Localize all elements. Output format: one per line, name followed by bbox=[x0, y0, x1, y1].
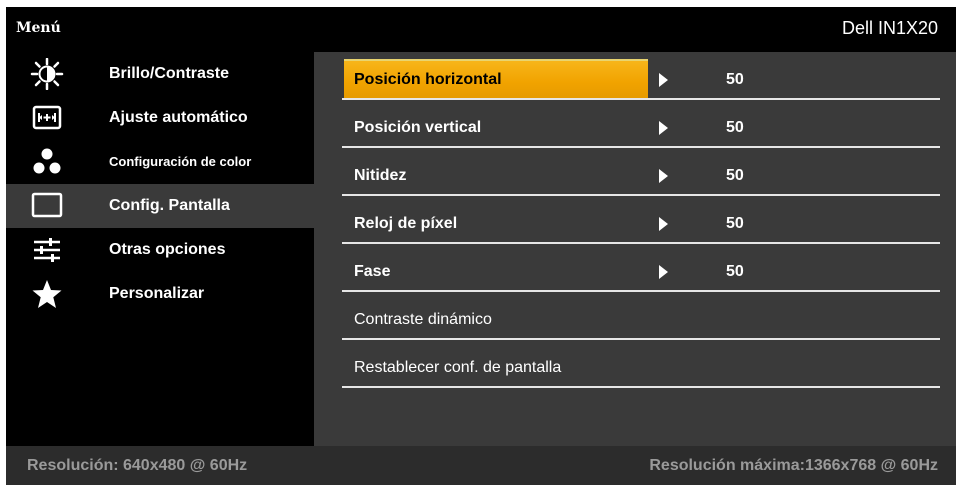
sidebar-item-label: Personalizar bbox=[109, 285, 205, 302]
setting-row-phase[interactable]: Fase 50 bbox=[342, 244, 940, 292]
arrow-right-icon bbox=[659, 121, 668, 135]
sidebar-item-label: Configuración de color bbox=[109, 154, 252, 169]
star-icon bbox=[32, 280, 62, 308]
sidebar-item-brightness-contrast[interactable]: Brillo/Contraste bbox=[6, 52, 314, 96]
arrow-right-icon bbox=[659, 265, 668, 279]
row-divider bbox=[342, 386, 940, 388]
sidebar: Brillo/Contraste Ajuste automático Confi… bbox=[6, 52, 314, 446]
setting-value: 50 bbox=[726, 215, 744, 232]
color-settings-icon bbox=[33, 148, 61, 174]
sidebar-item-color-settings[interactable]: Configuración de color bbox=[6, 140, 314, 184]
setting-value: 50 bbox=[726, 167, 744, 184]
settings-panel: Posición horizontal 50 Posición vertical… bbox=[314, 52, 956, 446]
setting-label: Fase bbox=[354, 263, 391, 280]
max-resolution: Resolución máxima:1366x768 @ 60Hz bbox=[649, 457, 938, 474]
setting-row-pixel-clock[interactable]: Reloj de píxel 50 bbox=[342, 196, 940, 244]
setting-label: Contraste dinámico bbox=[354, 311, 492, 328]
sidebar-item-personalize[interactable]: Personalizar bbox=[6, 272, 314, 316]
setting-row-sharpness[interactable]: Nitidez 50 bbox=[342, 148, 940, 196]
setting-value: 50 bbox=[726, 263, 744, 280]
setting-label: Posición horizontal bbox=[354, 71, 502, 88]
other-settings-icon bbox=[34, 238, 60, 262]
sidebar-item-auto-adjust[interactable]: Ajuste automático bbox=[6, 96, 314, 140]
status-bar: Resolución: 640x480 @ 60Hz Resolución má… bbox=[6, 446, 956, 485]
osd-header: Menú Dell IN1X20 bbox=[6, 7, 956, 52]
sidebar-item-label: Ajuste automático bbox=[109, 109, 248, 126]
sidebar-item-label: Otras opciones bbox=[109, 241, 226, 258]
setting-row-horizontal-position[interactable]: Posición horizontal 50 bbox=[342, 52, 940, 100]
sidebar-item-label: Brillo/Contraste bbox=[109, 65, 230, 82]
auto-adjust-icon bbox=[32, 105, 62, 130]
arrow-right-icon bbox=[659, 169, 668, 183]
current-resolution: Resolución: 640x480 @ 60Hz bbox=[27, 457, 248, 474]
setting-value: 50 bbox=[726, 71, 744, 88]
monitor-osd: Menú Dell IN1X20 Brillo/Contraste Ajuste… bbox=[6, 7, 956, 485]
menu-title: Menú bbox=[16, 20, 61, 36]
arrow-right-icon bbox=[659, 73, 668, 87]
sidebar-item-label: Config. Pantalla bbox=[109, 197, 230, 214]
display-settings-icon bbox=[31, 192, 63, 218]
setting-label: Restablecer conf. de pantalla bbox=[354, 359, 562, 376]
arrow-right-icon bbox=[659, 217, 668, 231]
setting-label: Posición vertical bbox=[354, 119, 482, 136]
sidebar-item-display-settings[interactable]: Config. Pantalla bbox=[6, 184, 314, 228]
setting-label: Reloj de píxel bbox=[354, 215, 458, 232]
setting-row-reset-display[interactable]: Restablecer conf. de pantalla bbox=[342, 340, 940, 388]
setting-row-vertical-position[interactable]: Posición vertical 50 bbox=[342, 100, 940, 148]
brightness-icon bbox=[30, 58, 64, 90]
setting-label: Nitidez bbox=[354, 167, 407, 184]
monitor-model: Dell IN1X20 bbox=[841, 18, 938, 38]
sidebar-item-other-settings[interactable]: Otras opciones bbox=[6, 228, 314, 272]
setting-row-dynamic-contrast[interactable]: Contraste dinámico bbox=[342, 292, 940, 340]
setting-value: 50 bbox=[726, 119, 744, 136]
